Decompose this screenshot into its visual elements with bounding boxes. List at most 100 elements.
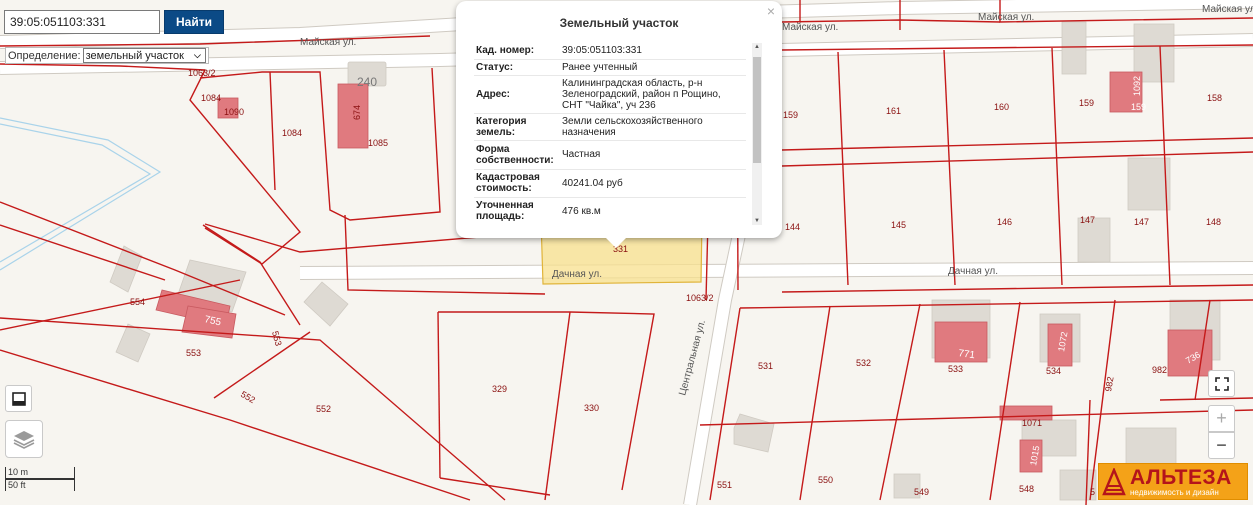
row-key: Статус: [474, 59, 560, 76]
street-label: Майская ул. [978, 12, 1034, 23]
parcel-label: 1090 [224, 107, 244, 117]
parcel-label: 549 [914, 487, 929, 497]
street-label: Дачная ул. [552, 269, 602, 280]
parcel-label: 1063/2 [686, 293, 714, 303]
table-row: Уточненная площадь: 476 кв.м [474, 197, 746, 225]
parcel-label: 1092 [1132, 76, 1142, 96]
row-key: Адрес: [474, 75, 560, 114]
parcel-label: 551 [717, 480, 732, 490]
fullscreen-button[interactable] [1208, 370, 1235, 397]
parcel-label: 550 [818, 475, 833, 485]
scale-metric-label: 10 m [8, 467, 29, 477]
zoom-in-button[interactable]: + [1208, 405, 1235, 432]
parcel-label: 145 [891, 220, 906, 230]
parcel-label: 548 [1019, 484, 1034, 494]
scale-bar: 10 m 50 ft [5, 467, 75, 491]
basemap-button[interactable] [5, 385, 32, 412]
parcel-label: 1063/2 [188, 68, 216, 78]
table-row: Кад. номер: 39:05:051103:331 [474, 43, 746, 60]
popup-scrollbar[interactable]: ▲ ▼ [752, 43, 762, 225]
search-input[interactable] [4, 10, 160, 34]
parcel-label: 159 [1131, 102, 1146, 112]
definition-select[interactable]: земельный участок ⌵ [82, 48, 206, 63]
parcel-label: 982 [1152, 365, 1167, 375]
parcel-info-popup: × Земельный участок Кад. номер: 39:05:05… [456, 1, 782, 248]
definition-row: Определение: земельный участок ⌵ [5, 47, 209, 64]
parcel-label: 148 [1206, 217, 1221, 227]
row-value: 39:05:051103:331 [560, 43, 746, 60]
parcel-label: 1085 [368, 138, 388, 148]
row-value: Земли сельскохозяйственного назначения [560, 113, 746, 141]
logo-name: АЛЬТЕЗА [1130, 465, 1232, 489]
row-value: Частная [560, 140, 746, 170]
parcel-label: 553 [186, 348, 201, 358]
table-row: Адрес: Калининградская область, р-н Зеле… [474, 75, 746, 114]
scale-imperial-label: 50 ft [8, 480, 26, 490]
table-row: Статус: Ранее учтенный [474, 59, 746, 76]
street-label: Дачная ул. [948, 266, 998, 277]
row-key: Категория земель: [474, 113, 560, 141]
logo-mark-icon [1102, 467, 1126, 495]
layers-button[interactable] [5, 420, 43, 458]
parcel-label: 240 [357, 75, 377, 89]
parcel-label: 330 [584, 403, 599, 413]
row-value: 40241.04 руб [560, 169, 746, 198]
parcel-label: 159 [783, 110, 798, 120]
scroll-thumb[interactable] [753, 57, 761, 163]
close-icon[interactable]: × [767, 3, 775, 19]
parcel-label: 147 [1134, 217, 1149, 227]
scroll-down-icon[interactable]: ▼ [752, 218, 762, 224]
row-key: Кад. номер: [474, 43, 560, 60]
popup-body: Кад. номер: 39:05:051103:331 Статус: Ран… [474, 43, 764, 225]
parcel-info-table: Кад. номер: 39:05:051103:331 Статус: Ран… [474, 43, 746, 225]
parcel-label: 159 [1079, 98, 1094, 108]
basemap-icon [11, 391, 26, 406]
parcel-label: 160 [994, 102, 1009, 112]
table-row: Категория земель: Земли сельскохозяйстве… [474, 113, 746, 141]
parcel-label: 144 [785, 222, 800, 232]
fullscreen-icon [1214, 376, 1229, 391]
row-key: Уточненная площадь: [474, 197, 560, 225]
popup-title: Земельный участок [559, 16, 679, 30]
logo-tagline: недвижимость и дизайн [1130, 487, 1219, 497]
parcel-label: 146 [997, 217, 1012, 227]
layers-icon [13, 431, 35, 449]
search-bar: Найти [4, 10, 224, 34]
search-button[interactable]: Найти [164, 10, 224, 34]
street-label: Майская ул. [782, 22, 838, 33]
altesa-logo: АЛЬТЕЗА недвижимость и дизайн [1098, 463, 1248, 500]
definition-selected: земельный участок [85, 49, 184, 62]
scroll-up-icon[interactable]: ▲ [752, 44, 762, 50]
parcel-label: 161 [886, 106, 901, 116]
parcel-label: 1084 [201, 93, 221, 103]
parcel-label: 533 [948, 364, 963, 374]
chevron-down-icon: ⌵ [194, 50, 201, 60]
street-label: Майская ул. [300, 37, 356, 48]
parcel-label: 5 [1090, 487, 1095, 497]
parcel-label: 1084 [282, 128, 302, 138]
row-value: Ранее учтенный [560, 59, 746, 76]
minus-icon: − [1216, 435, 1227, 455]
scale-imperial: 50 ft [5, 479, 75, 491]
row-key: Форма собственности: [474, 140, 560, 170]
table-row: Форма собственности: Частная [474, 140, 746, 170]
scale-metric: 10 m [5, 467, 75, 479]
parcel-label: 1071 [1022, 418, 1042, 428]
parcel-label: 674 [352, 105, 362, 120]
parcel-label: 531 [758, 361, 773, 371]
parcel-label: 329 [492, 384, 507, 394]
logo-text: АЛЬТЕЗА недвижимость и дизайн [1130, 467, 1232, 497]
row-value: Калининградская область, р-н Зеленоградс… [560, 75, 746, 114]
popup-pointer [606, 238, 626, 248]
parcel-label: 552 [316, 404, 331, 414]
row-key: Кадастровая стоимость: [474, 169, 560, 198]
parcel-label: 554 [130, 297, 145, 307]
row-value: 476 кв.м [560, 197, 746, 225]
parcel-label: 147 [1080, 215, 1095, 225]
definition-label: Определение: [8, 49, 81, 62]
plus-icon: + [1216, 408, 1227, 428]
parcel-label: 532 [856, 358, 871, 368]
table-row: Кадастровая стоимость: 40241.04 руб [474, 169, 746, 198]
parcel-label: 158 [1207, 93, 1222, 103]
zoom-out-button[interactable]: − [1208, 432, 1235, 459]
